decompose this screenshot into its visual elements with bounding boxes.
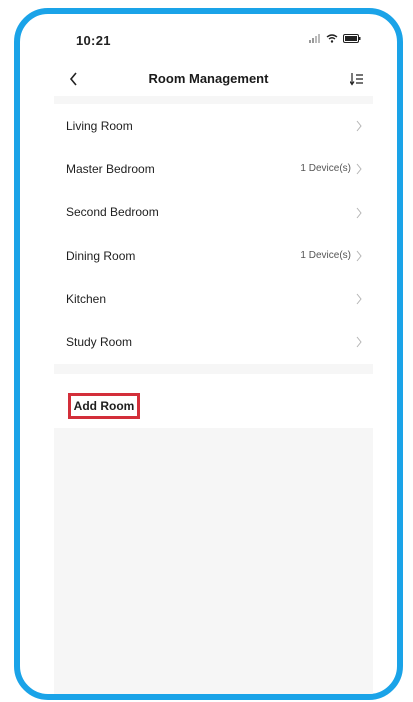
room-name: Master Bedroom (66, 161, 155, 176)
battery-icon (343, 34, 361, 43)
room-name: Living Room (66, 118, 133, 133)
signal-icon (309, 34, 320, 43)
room-row-second-bedroom[interactable]: Second Bedroom (54, 191, 373, 234)
chevron-right-icon (356, 250, 362, 262)
room-row-dining-room[interactable]: Dining Room 1 Device(s) (54, 234, 373, 277)
status-bar: 10:21 (20, 14, 397, 62)
room-device-count: 1 Device(s) (300, 163, 351, 175)
room-name: Second Bedroom (66, 205, 159, 220)
phone-frame: 10:21 Room Management Living Room Master… (14, 8, 403, 700)
sort-button[interactable] (347, 69, 367, 89)
chevron-right-icon (356, 207, 362, 218)
room-row-kitchen[interactable]: Kitchen (54, 277, 373, 320)
add-room-button[interactable]: Add Room (68, 393, 140, 419)
sort-list-icon (350, 73, 363, 86)
add-room-section: Add Room (54, 374, 373, 428)
room-name: Kitchen (66, 291, 107, 306)
room-list: Living Room Master Bedroom 1 Device(s) S… (54, 104, 373, 364)
chevron-right-icon (356, 163, 362, 175)
wifi-icon (326, 34, 338, 43)
room-name: Dining Room (66, 248, 136, 263)
status-time: 10:21 (76, 33, 111, 48)
content-area: Living Room Master Bedroom 1 Device(s) S… (54, 96, 373, 694)
chevron-right-icon (356, 293, 362, 305)
chevron-right-icon (356, 337, 362, 348)
room-row-living-room[interactable]: Living Room (54, 104, 373, 147)
room-row-master-bedroom[interactable]: Master Bedroom 1 Device(s) (54, 147, 373, 190)
status-icons (309, 34, 361, 43)
chevron-right-icon (356, 120, 362, 132)
room-device-count: 1 Device(s) (300, 250, 351, 262)
page-title: Room Management (148, 71, 269, 86)
room-row-study-room[interactable]: Study Room (54, 320, 373, 363)
nav-bar: Room Management (20, 60, 397, 100)
room-name: Study Room (66, 335, 133, 350)
